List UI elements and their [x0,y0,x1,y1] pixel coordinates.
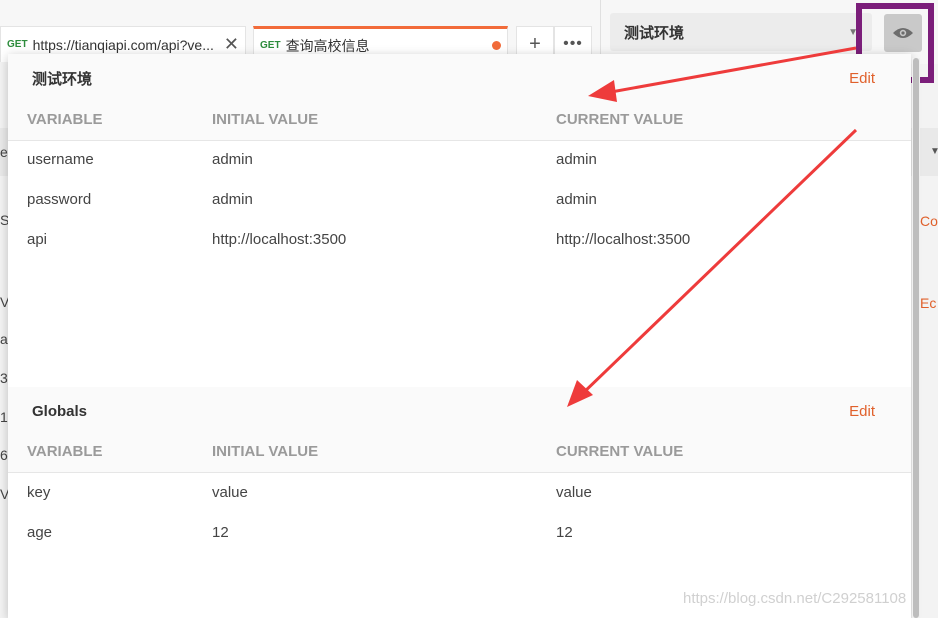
background-link: Ec [920,295,937,311]
globals-section-header: Globals Edit [8,387,911,435]
column-header-variable: VARIABLE [27,111,103,128]
table-header: VARIABLE INITIAL VALUE CURRENT VALUE [8,432,911,473]
chevron-down-icon: ▼ [930,146,938,157]
method-badge: GET [260,40,281,51]
current-value: value [556,484,592,501]
table-row: api http://localhost:3500 http://localho… [8,220,911,260]
section-title: Globals [32,402,88,420]
current-value: admin [556,191,597,208]
method-badge: GET [7,39,28,50]
initial-value: http://localhost:3500 [212,231,347,248]
initial-value: 12 [212,524,229,541]
column-header-variable: VARIABLE [27,443,103,460]
watermark: https://blog.csdn.net/C292581108 [683,590,907,607]
environment-select[interactable]: 测试环境 ▼ [610,13,872,51]
popover-scrollbar[interactable] [912,58,920,618]
environment-quick-look-popover: 测试环境 Edit VARIABLE INITIAL VALUE CURRENT… [8,54,911,618]
table-row: key value value [8,473,911,513]
table-row: age 12 12 [8,513,911,553]
variable-name: password [27,191,92,208]
current-value: 12 [556,524,573,541]
initial-value: value [212,484,248,501]
scrollbar-thumb[interactable] [913,58,919,618]
initial-value: admin [212,151,253,168]
current-value: admin [556,151,597,168]
edit-globals-link[interactable]: Edit [849,403,875,420]
column-header-initial-value: INITIAL VALUE [212,443,319,460]
column-header-current-value: CURRENT VALUE [556,111,684,128]
variable-name: key [27,484,51,501]
table-row: username admin admin [8,140,911,180]
initial-value: admin [212,191,253,208]
unsaved-dot-icon [492,41,501,50]
background-link: Co [920,213,938,229]
environment-select-value: 测试环境 [624,24,685,42]
variable-name: age [27,524,53,541]
column-header-initial-value: INITIAL VALUE [212,111,319,128]
section-title: 测试环境 [32,70,93,88]
environment-section-header: 测试环境 Edit [8,54,911,102]
current-value: http://localhost:3500 [556,231,691,248]
tab-title: https://tianqiapi.com/api?ve... [32,36,214,53]
table-row: password admin admin [8,180,911,220]
tab-title: 查询高校信息 [285,37,370,54]
close-icon[interactable]: ✕ [224,34,239,55]
variable-name: username [27,151,94,168]
edit-environment-link[interactable]: Edit [849,70,875,87]
table-header: VARIABLE INITIAL VALUE CURRENT VALUE [8,100,911,141]
variable-name: api [27,231,48,248]
column-header-current-value: CURRENT VALUE [556,443,684,460]
